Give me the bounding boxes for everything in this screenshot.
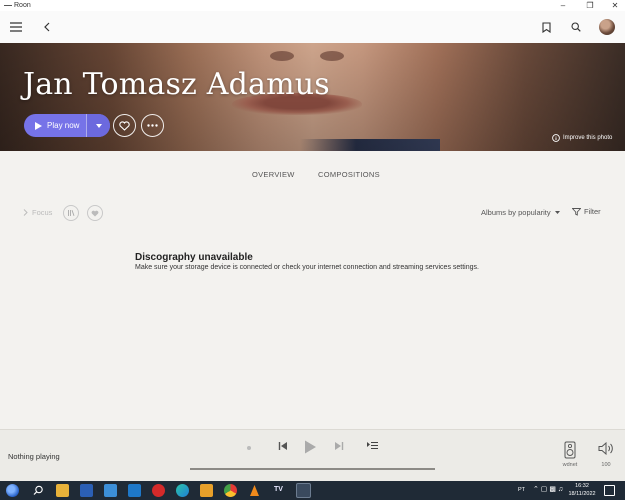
next-track-icon[interactable] — [334, 441, 344, 451]
favorite-button[interactable] — [113, 114, 136, 137]
file-explorer-icon[interactable] — [56, 484, 69, 497]
play-options-dropdown[interactable] — [86, 114, 110, 137]
start-button-icon[interactable] — [6, 484, 19, 497]
now-playing-text: Nothing playing — [8, 452, 60, 461]
app-menu-icon[interactable] — [4, 5, 12, 6]
tab-overview[interactable]: OVERVIEW — [252, 170, 295, 179]
play-icon — [35, 121, 42, 130]
artist-tabs: OVERVIEW COMPOSITIONS — [0, 170, 625, 182]
filter-label: Filter — [584, 207, 601, 216]
hamburger-menu-icon[interactable] — [8, 19, 24, 35]
empty-state-message: Make sure your storage device is connect… — [135, 264, 479, 271]
progress-track[interactable] — [190, 468, 435, 470]
tab-compositions[interactable]: COMPOSITIONS — [318, 170, 380, 179]
more-options-button[interactable] — [141, 114, 164, 137]
bookmark-icon[interactable] — [538, 19, 554, 35]
previous-track-icon[interactable] — [278, 441, 288, 451]
play-now-label: Play now — [47, 121, 80, 130]
empty-state-title: Discography unavailable — [135, 252, 253, 263]
focus-button[interactable]: Focus — [23, 208, 52, 217]
library-icon — [68, 210, 75, 216]
restore-icon[interactable]: ❐ — [580, 0, 600, 11]
zone-speaker-icon[interactable] — [562, 441, 578, 464]
input-language[interactable]: PT — [518, 487, 525, 493]
play-now-button[interactable]: Play now — [24, 114, 110, 137]
app-icon[interactable] — [104, 484, 117, 497]
queue-dot-icon[interactable] — [246, 445, 252, 451]
volume-icon[interactable] — [598, 442, 614, 455]
tray-clock[interactable]: 16:32 18/11/2022 — [566, 483, 598, 498]
library-filter-button[interactable] — [63, 205, 79, 221]
player-bar: Nothing playing wdnet 100 — [0, 429, 625, 481]
heart-icon — [119, 120, 130, 131]
info-icon — [552, 134, 560, 142]
tray-date: 18/11/2022 — [568, 490, 596, 497]
opera-icon[interactable] — [152, 484, 165, 497]
outlook-calendar-icon[interactable] — [200, 484, 213, 497]
search-icon[interactable] — [568, 19, 584, 35]
more-dots-icon — [147, 124, 158, 127]
tray-icons[interactable]: ⌃ ▢ ▩ ♫ — [533, 485, 563, 493]
caret-down-icon — [554, 211, 560, 214]
window-titlebar: Roon – ❐ ✕ — [0, 0, 625, 11]
edge-icon[interactable] — [176, 484, 189, 497]
play-now-main[interactable]: Play now — [24, 114, 86, 137]
sort-dropdown[interactable]: Albums by popularity — [481, 208, 560, 217]
window-title: Roon — [14, 2, 31, 9]
minimize-icon[interactable]: – — [553, 0, 573, 11]
queue-list-icon[interactable] — [367, 441, 378, 450]
app-header — [0, 11, 625, 43]
caret-down-icon — [95, 123, 102, 128]
artist-name: Jan Tomasz Adamus — [23, 67, 330, 102]
user-avatar[interactable] — [599, 19, 615, 35]
tv-app-icon[interactable]: TV — [274, 486, 283, 493]
tray-time: 16:32 — [575, 483, 589, 489]
chevron-right-icon — [23, 209, 28, 216]
outlook-icon[interactable] — [128, 484, 141, 497]
close-icon[interactable]: ✕ — [605, 0, 625, 11]
heart-icon — [91, 210, 99, 216]
roon-taskbar-icon[interactable] — [296, 483, 311, 498]
chrome-icon[interactable] — [224, 484, 237, 497]
vlc-icon[interactable] — [248, 484, 261, 497]
improve-photo-label: Improve this photo — [563, 135, 613, 141]
play-pause-icon[interactable] — [304, 440, 316, 454]
filter-funnel-icon — [572, 207, 581, 216]
sort-label: Albums by popularity — [481, 208, 551, 217]
improve-photo-link[interactable]: Improve this photo — [552, 134, 612, 142]
search-icon[interactable] — [32, 484, 45, 497]
favorites-filter-button[interactable] — [87, 205, 103, 221]
focus-label: Focus — [32, 208, 53, 217]
volume-level: 100 — [601, 462, 611, 468]
word-icon[interactable] — [80, 484, 93, 497]
notifications-icon[interactable] — [604, 485, 615, 496]
back-arrow-icon[interactable] — [39, 19, 55, 35]
windows-taskbar: TV PT ⌃ ▢ ▩ ♫ 16:32 18/11/2022 — [0, 481, 625, 500]
filter-button[interactable]: Filter — [572, 207, 601, 216]
zone-name[interactable]: wdnet — [556, 462, 584, 468]
